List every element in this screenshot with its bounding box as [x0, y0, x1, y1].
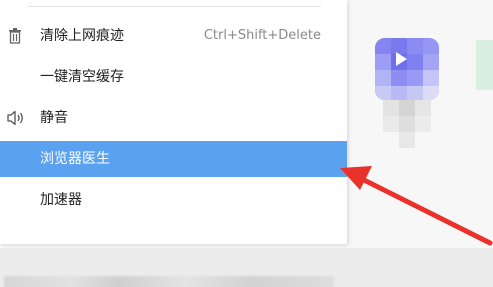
- browser-tools-menu: 清除上网痕迹 Ctrl+Shift+Delete 一键清空缓存 静音 浏览器医生…: [0, 0, 347, 244]
- speaker-icon: [6, 109, 26, 127]
- menu-item-label: 一键清空缓存: [40, 69, 124, 85]
- tile-pixel: [391, 86, 407, 100]
- menu-item-clear-cache[interactable]: 一键清空缓存: [0, 59, 347, 95]
- menu-item-label: 静音: [40, 110, 68, 126]
- menu-separator: [28, 6, 321, 7]
- tile-shadow-pixel: [415, 116, 431, 132]
- tile-pixel: [423, 54, 439, 70]
- menu-item-label: 清除上网痕迹: [40, 28, 124, 44]
- partial-app-tile[interactable]: [476, 40, 493, 90]
- menu-item-browser-doctor[interactable]: 浏览器医生: [0, 141, 347, 177]
- tile-pixel: [423, 70, 439, 86]
- tile-pixel: [375, 70, 391, 86]
- menu-item-label: 加速器: [40, 192, 82, 208]
- tile-pixel: [391, 70, 407, 86]
- play-icon: [396, 52, 407, 66]
- tile-pixel: [423, 86, 439, 100]
- tile-shadow-pixel: [399, 116, 415, 132]
- tile-pixel: [407, 86, 423, 100]
- menu-item-shortcut: Ctrl+Shift+Delete: [203, 28, 321, 43]
- menu-item-clear-history[interactable]: 清除上网痕迹 Ctrl+Shift+Delete: [0, 18, 347, 54]
- tile-pixel: [375, 38, 391, 54]
- screenshot-stage: 清除上网痕迹 Ctrl+Shift+Delete 一键清空缓存 静音 浏览器医生…: [0, 0, 493, 287]
- tile-shadow-pixel: [399, 132, 415, 148]
- tile-shadow-pixel: [383, 116, 399, 132]
- menu-item-accelerator[interactable]: 加速器: [0, 182, 347, 218]
- app-tile[interactable]: [375, 38, 439, 100]
- tile-pixel: [407, 38, 423, 54]
- tile-pixel: [375, 54, 391, 70]
- tile-pixel: [407, 54, 423, 70]
- menu-item-mute[interactable]: 静音: [0, 100, 347, 136]
- blurred-content-strip: [4, 276, 334, 287]
- tile-pixel: [375, 86, 391, 100]
- tile-pixel: [407, 70, 423, 86]
- tile-pixel: [423, 38, 439, 54]
- menu-item-label: 浏览器医生: [40, 151, 110, 167]
- tile-shadow-pixel: [415, 100, 431, 116]
- tile-shadow-pixel: [383, 100, 399, 116]
- tile-shadow-pixel: [399, 100, 415, 116]
- trash-icon: [6, 27, 26, 45]
